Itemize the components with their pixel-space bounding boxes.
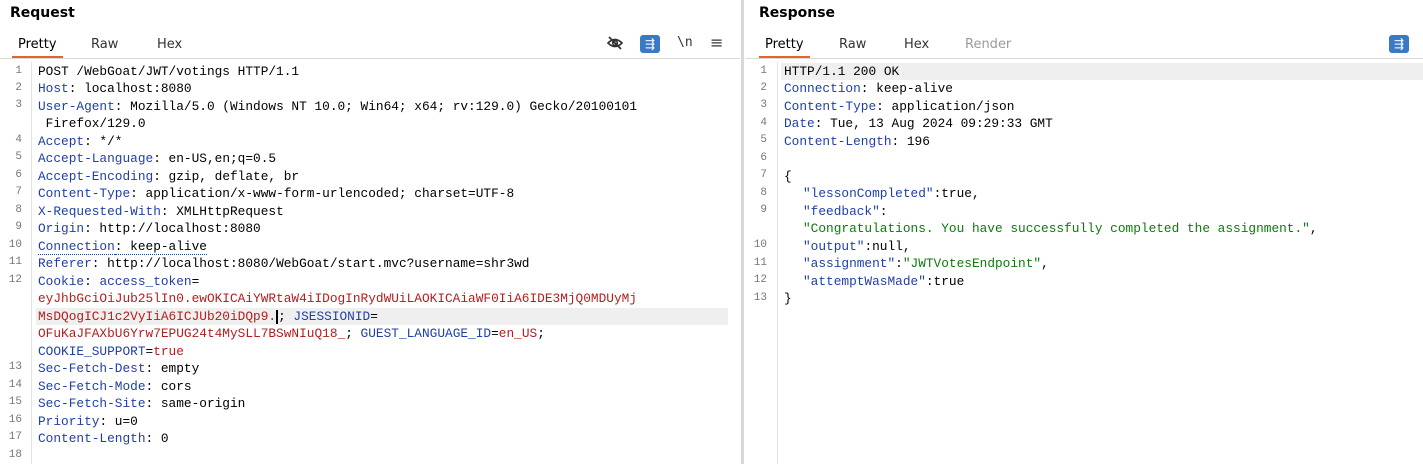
header-line: Date: Tue, 13 Aug 2024 09:29:33 GMT bbox=[784, 116, 1053, 131]
header-line: Priority: u=0 bbox=[38, 414, 138, 429]
json-line: "attemptWasMade":true bbox=[803, 274, 965, 289]
tab-raw[interactable]: Raw bbox=[91, 37, 118, 52]
header-line: Accept: */* bbox=[38, 134, 123, 149]
header-line: Host: localhost:8080 bbox=[38, 81, 192, 96]
json-line: "Congratulations. You have successfully … bbox=[803, 221, 1318, 236]
line-number: 9 bbox=[15, 221, 22, 233]
response-tabs: Pretty Raw Hex Render ⇶ bbox=[745, 34, 1423, 59]
line-number: 2 bbox=[760, 82, 767, 94]
tab-hex[interactable]: Hex bbox=[157, 37, 182, 52]
line-number: 12 bbox=[8, 274, 22, 286]
line-number: 1 bbox=[760, 65, 767, 77]
line-number: 6 bbox=[760, 152, 767, 164]
line-number: 5 bbox=[760, 134, 767, 146]
line-number: 16 bbox=[8, 414, 22, 426]
line-number: 1 bbox=[15, 65, 22, 77]
json-line: "assignment":"JWTVotesEndpoint", bbox=[803, 256, 1049, 271]
line-number: 2 bbox=[15, 82, 22, 94]
line-number: 13 bbox=[753, 292, 767, 304]
tab-raw[interactable]: Raw bbox=[839, 37, 866, 52]
newline-toggle-button[interactable]: \n bbox=[677, 35, 693, 50]
line-number: 15 bbox=[8, 396, 22, 408]
request-pane: Request Pretty Raw Hex ⇶ \n ≡ 1 2 3 4 5 … bbox=[0, 0, 740, 464]
tab-hex[interactable]: Hex bbox=[904, 37, 929, 52]
response-pane: Response Pretty Raw Hex Render ⇶ 1 2 3 4… bbox=[745, 0, 1423, 464]
header-line: Connection: keep-alive bbox=[38, 239, 207, 255]
line-number: 7 bbox=[15, 186, 22, 198]
cookie-value-line: COOKIE_SUPPORT=true bbox=[38, 344, 184, 359]
line-number: 6 bbox=[15, 169, 22, 181]
word-wrap-icon[interactable]: ⇶ bbox=[1389, 35, 1409, 53]
line-number: 7 bbox=[760, 169, 767, 181]
header-line: Connection: keep-alive bbox=[784, 81, 953, 96]
request-line: POST /WebGoat/JWT/votings HTTP/1.1 bbox=[38, 64, 300, 79]
line-number: 14 bbox=[8, 379, 22, 391]
header-line: Origin: http://localhost:8080 bbox=[38, 221, 261, 236]
request-title: Request bbox=[10, 5, 75, 21]
header-line: Content-Length: 0 bbox=[38, 431, 169, 446]
header-line: Content-Type: application/x-www-form-url… bbox=[38, 186, 515, 201]
header-line: Content-Length: 196 bbox=[784, 134, 930, 149]
cookie-value-line: eyJhbGciOiJub25lIn0.ewOKICAiYWRtaW4iIDog… bbox=[38, 291, 637, 306]
line-number: 8 bbox=[15, 204, 22, 216]
header-line: Sec-Fetch-Site: same-origin bbox=[38, 396, 246, 411]
line-number: 10 bbox=[753, 239, 767, 251]
word-wrap-icon[interactable]: ⇶ bbox=[640, 35, 660, 53]
header-line: Content-Type: application/json bbox=[784, 99, 1015, 114]
header-continuation: Firefox/129.0 bbox=[38, 116, 146, 131]
json-line: "output":null, bbox=[803, 239, 911, 254]
line-number: 8 bbox=[760, 187, 767, 199]
eye-slash-icon[interactable] bbox=[606, 34, 624, 56]
cookie-value-line: OFuKaJFAXbU6Yrw7EPUG24t4MySLL7BSwNIuQ18_… bbox=[38, 326, 545, 341]
status-line: HTTP/1.1 200 OK bbox=[781, 63, 1423, 80]
menu-icon[interactable]: ≡ bbox=[710, 33, 723, 52]
cookie-line: Cookie: access_token= bbox=[38, 274, 200, 289]
json-line: } bbox=[784, 291, 792, 306]
header-line: Sec-Fetch-Dest: empty bbox=[38, 361, 200, 376]
line-number: 3 bbox=[15, 99, 22, 111]
line-number: 13 bbox=[8, 361, 22, 373]
response-title: Response bbox=[759, 5, 836, 21]
header-line: Accept-Encoding: gzip, deflate, br bbox=[38, 169, 300, 184]
tab-pretty[interactable]: Pretty bbox=[12, 37, 63, 58]
header-line: Referer: http://localhost:8080/WebGoat/s… bbox=[38, 256, 530, 271]
request-tabs: Pretty Raw Hex ⇶ \n ≡ bbox=[0, 33, 740, 59]
line-number: 4 bbox=[760, 117, 767, 129]
cookie-value-line: MsDQogICJ1c2VyIiA6ICJUb20iDQp9.; JSESSIO… bbox=[36, 308, 728, 325]
line-number: 18 bbox=[8, 449, 22, 461]
tab-pretty[interactable]: Pretty bbox=[759, 37, 810, 58]
header-line: User-Agent: Mozilla/5.0 (Windows NT 10.0… bbox=[38, 99, 637, 114]
header-line: Sec-Fetch-Mode: cors bbox=[38, 379, 192, 394]
line-number: 11 bbox=[753, 257, 767, 269]
json-line: "lessonCompleted":true, bbox=[803, 186, 980, 201]
line-number: 3 bbox=[760, 99, 767, 111]
header-line: X-Requested-With: XMLHttpRequest bbox=[38, 204, 284, 219]
json-line: "feedback": bbox=[803, 204, 888, 219]
header-line: Accept-Language: en-US,en;q=0.5 bbox=[38, 151, 277, 166]
tab-render[interactable]: Render bbox=[965, 37, 1011, 52]
line-number: 17 bbox=[8, 431, 22, 443]
line-number: 11 bbox=[8, 256, 22, 268]
line-number: 9 bbox=[760, 204, 767, 216]
json-line: { bbox=[784, 169, 792, 184]
line-number: 12 bbox=[753, 274, 767, 286]
line-number: 4 bbox=[15, 134, 22, 146]
pane-divider[interactable] bbox=[741, 0, 744, 464]
line-number: 5 bbox=[15, 151, 22, 163]
line-number: 10 bbox=[8, 239, 22, 251]
